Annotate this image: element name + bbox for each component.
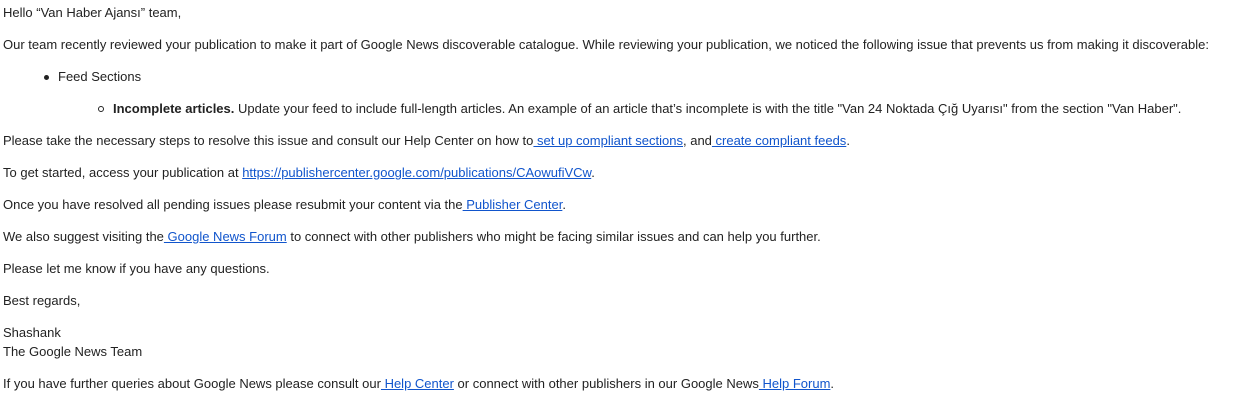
bullet-disc-icon [44,75,49,80]
issue-title: Incomplete articles. [113,101,235,116]
bullet-circle-icon [98,106,104,112]
publisher-center-link[interactable]: Publisher Center [463,197,562,212]
forum-text: We also suggest visiting the [3,229,164,244]
google-news-forum-link[interactable]: Google News Forum [164,229,287,244]
signature-name: Shashank [3,325,61,340]
help-center-link[interactable]: Help Center [381,376,454,391]
publication-url-link[interactable]: https://publishercenter.google.com/publi… [242,165,591,180]
issue-text: Update your feed to include full-length … [234,101,1182,116]
resubmit-text-end: . [562,197,566,212]
forum-paragraph: We also suggest visiting the Google News… [3,229,821,245]
get-started-text-end: . [591,165,595,180]
resubmit-text: Once you have resolved all pending issue… [3,197,463,212]
issue-description: Incomplete articles. Update your feed to… [113,101,1181,117]
steps-text-mid: , and [682,133,712,148]
intro-paragraph: Our team recently reviewed your publicat… [3,37,1209,52]
signature-team: The Google News Team [3,344,143,359]
create-compliant-feeds-link[interactable]: create compliant feeds [712,133,847,148]
footer-text: If you have further queries about Google… [3,376,381,391]
steps-paragraph: Please take the necessary steps to resol… [3,133,850,149]
forum-text-end: to connect with other publishers who mig… [286,229,821,244]
steps-text: Please take the necessary steps to resol… [3,133,534,148]
help-forum-link[interactable]: Help Forum [759,376,830,391]
footer-text-mid: or connect with other publishers in our … [453,376,759,391]
greeting: Hello “Van Haber Ajansı” team, [3,5,182,20]
get-started-paragraph: To get started, access your publication … [3,165,595,181]
list-item-label: Feed Sections [58,69,142,84]
get-started-text: To get started, access your publication … [3,165,243,180]
footer-text-end: . [830,376,835,391]
questions-paragraph: Please let me know if you have any quest… [3,261,270,276]
footer-paragraph: If you have further queries about Google… [3,376,834,392]
resubmit-paragraph: Once you have resolved all pending issue… [3,197,566,213]
closing-regards: Best regards, [3,293,81,308]
set-up-compliant-sections-link[interactable]: set up compliant sections [533,133,683,148]
steps-text-end: . [846,133,850,148]
